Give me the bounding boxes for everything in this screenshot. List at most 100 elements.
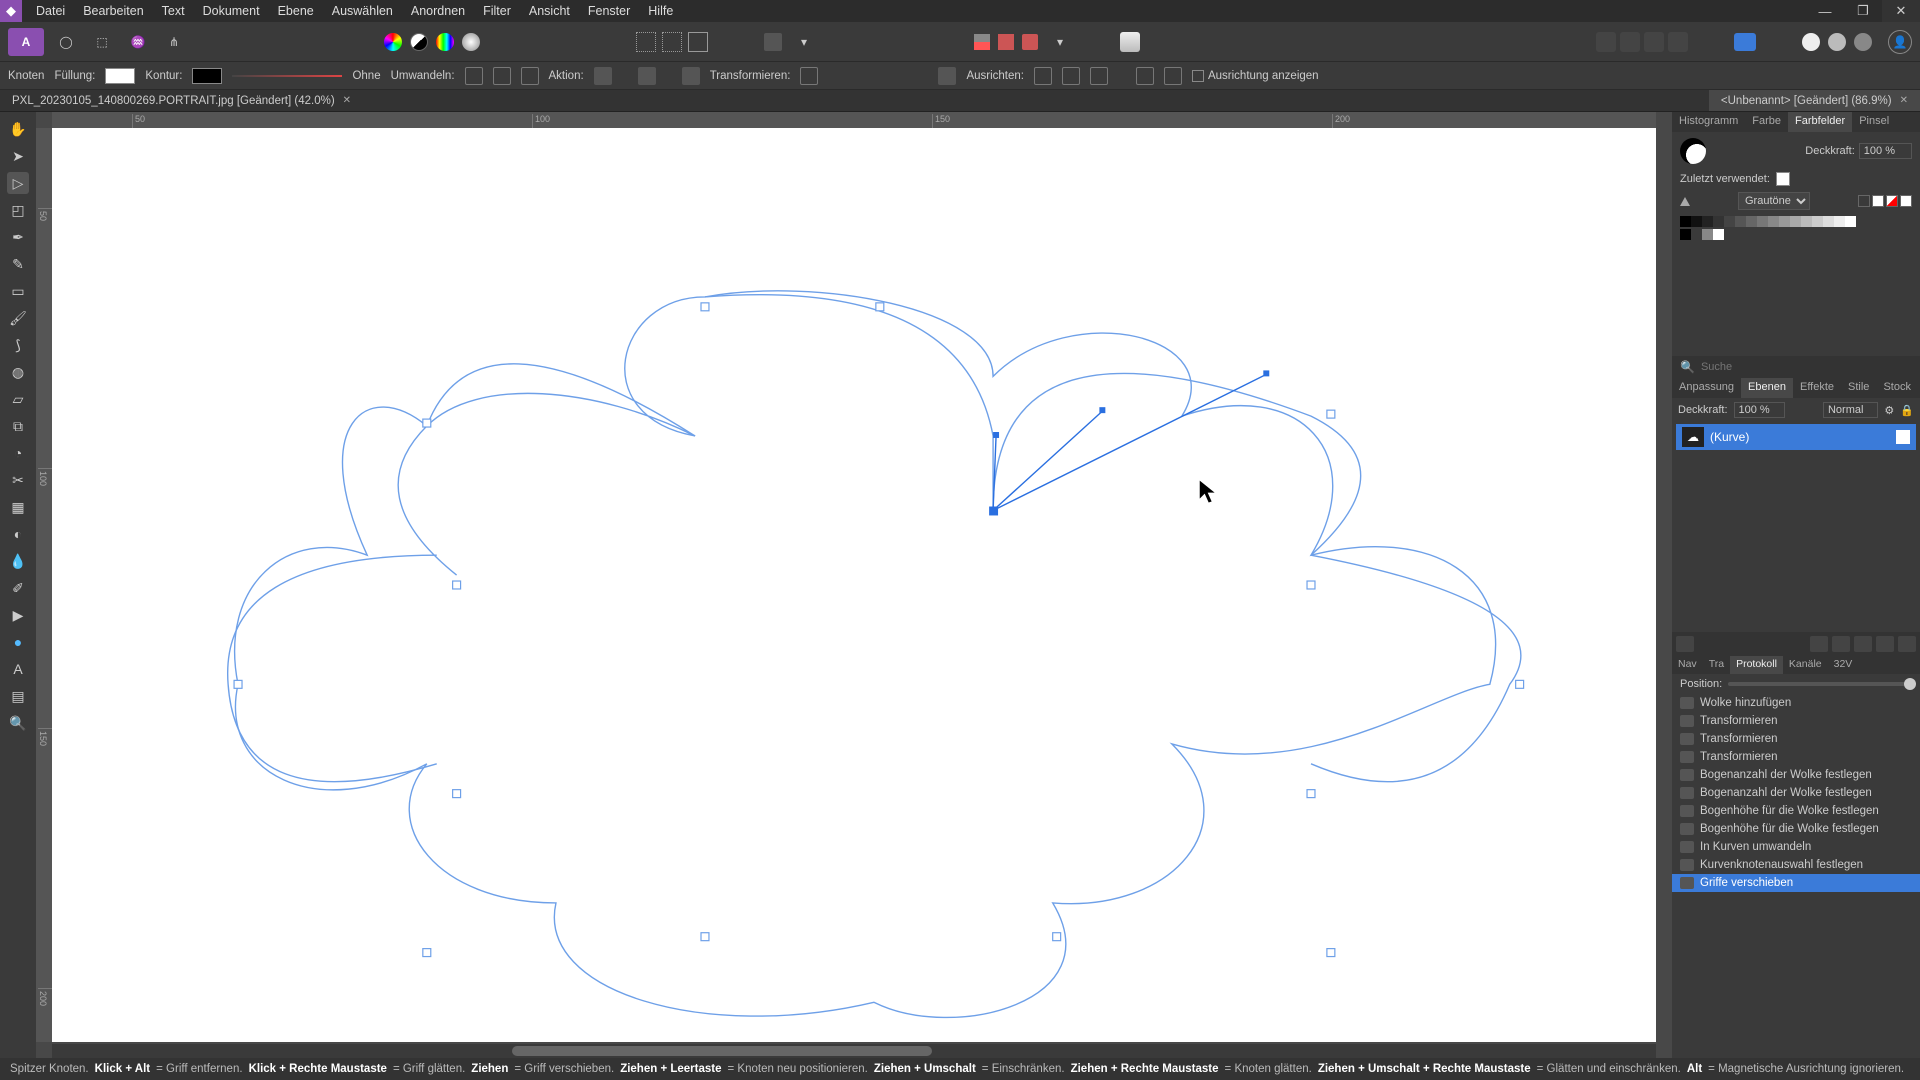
- panel-tab[interactable]: Tra: [1703, 656, 1730, 674]
- panel-tab[interactable]: Farbfelder: [1788, 112, 1852, 132]
- share-icon[interactable]: ⋔: [160, 28, 188, 56]
- adjust-icon[interactable]: [1832, 636, 1850, 652]
- panel-tab[interactable]: Stock: [1876, 378, 1918, 398]
- smooth-curve-icon[interactable]: [682, 67, 700, 85]
- align-panel-icon[interactable]: [1734, 33, 1756, 51]
- hue-icon[interactable]: [436, 33, 454, 51]
- account-icon[interactable]: 👤: [1888, 30, 1912, 54]
- tab-close-icon[interactable]: ✕: [343, 95, 351, 106]
- history-item[interactable]: Wolke hinzufügen: [1672, 694, 1920, 712]
- close-button[interactable]: ✕: [1882, 0, 1920, 22]
- marquee-sub-icon[interactable]: [688, 32, 708, 52]
- recent-swatch[interactable]: [1776, 172, 1790, 186]
- transform-origin-icon[interactable]: [938, 67, 956, 85]
- clone-tool-icon[interactable]: ⧉: [7, 415, 29, 437]
- panel-tab[interactable]: Ebenen: [1741, 378, 1793, 398]
- maximize-button[interactable]: ❐: [1844, 0, 1882, 22]
- minimize-button[interactable]: —: [1806, 0, 1844, 22]
- fill-swatch[interactable]: [105, 68, 135, 84]
- gear-icon[interactable]: ⚙: [1884, 404, 1894, 417]
- menu-text[interactable]: Text: [162, 4, 185, 18]
- arrange-1[interactable]: [1596, 32, 1616, 52]
- history-item[interactable]: Bogenhöhe für die Wolke festlegen: [1672, 802, 1920, 820]
- arrange-2[interactable]: [1620, 32, 1640, 52]
- palette-view-icons[interactable]: [1858, 195, 1912, 207]
- document-tab[interactable]: PXL_20230105_140800269.PORTRAIT.jpg [Geä…: [0, 90, 1709, 111]
- history-item[interactable]: Bogenhöhe für die Wolke festlegen: [1672, 820, 1920, 838]
- arrange-4[interactable]: [1668, 32, 1688, 52]
- menu-datei[interactable]: Datei: [36, 4, 65, 18]
- shape-tool-icon[interactable]: ▭: [7, 280, 29, 302]
- vector-brush-tool-icon[interactable]: ✐: [7, 577, 29, 599]
- hand-tool-icon[interactable]: ✋: [7, 118, 29, 140]
- dodge-tool-icon[interactable]: ◐: [7, 523, 29, 545]
- op-sub-icon[interactable]: [1828, 33, 1846, 51]
- history-item[interactable]: Kurvenknotenauswahl festlegen: [1672, 856, 1920, 874]
- position-slider[interactable]: [1728, 682, 1912, 686]
- lab-icon[interactable]: [462, 33, 480, 51]
- node-tool-icon[interactable]: ▷: [7, 172, 29, 194]
- wave-icon[interactable]: ♒: [124, 28, 152, 56]
- menu-ansicht[interactable]: Ansicht: [529, 4, 570, 18]
- convert-sharp-icon[interactable]: [465, 67, 483, 85]
- canvas[interactable]: [52, 128, 1656, 1042]
- horizontal-scrollbar[interactable]: [52, 1044, 1656, 1058]
- align-v1-icon[interactable]: [1136, 67, 1154, 85]
- fg-bg-swatch[interactable]: [1680, 138, 1706, 164]
- layer-item[interactable]: ☁ (Kurve) ✓: [1676, 424, 1916, 450]
- layer-mask-icon[interactable]: [1676, 636, 1694, 652]
- menu-anordnen[interactable]: Anordnen: [411, 4, 465, 18]
- cube-icon[interactable]: ⬚: [88, 28, 116, 56]
- align-h1-icon[interactable]: [1034, 67, 1052, 85]
- history-item[interactable]: Transformieren: [1672, 712, 1920, 730]
- panel-tab[interactable]: Protokoll: [1730, 656, 1783, 674]
- color-picker-tool-icon[interactable]: 💧: [7, 550, 29, 572]
- convert-smooth-icon[interactable]: [493, 67, 511, 85]
- panel-tab[interactable]: 32V: [1828, 656, 1859, 674]
- zoom-tool-icon[interactable]: 🔍: [7, 712, 29, 734]
- brush-tool-icon[interactable]: 🖌: [7, 307, 29, 329]
- stroke-preview[interactable]: [232, 75, 342, 77]
- close-curve-icon[interactable]: [638, 67, 656, 85]
- panel-tab[interactable]: Effekte: [1793, 378, 1841, 398]
- fx-icon[interactable]: [1810, 636, 1828, 652]
- break-icon[interactable]: [594, 67, 612, 85]
- layer-visibility-checkbox[interactable]: ✓: [1896, 430, 1910, 444]
- layer-opacity-value[interactable]: 100 %: [1734, 402, 1785, 418]
- menu-hilfe[interactable]: Hilfe: [648, 4, 673, 18]
- history-item[interactable]: Griffe verschieben: [1672, 874, 1920, 892]
- quickmask-dropdown-icon[interactable]: ▾: [790, 28, 818, 56]
- op-int-icon[interactable]: [1854, 33, 1872, 51]
- quickmask-icon[interactable]: [764, 33, 782, 51]
- circle-tool-icon[interactable]: ●: [7, 631, 29, 653]
- align-v2-icon[interactable]: [1164, 67, 1182, 85]
- group-icon[interactable]: [1854, 636, 1872, 652]
- grid-icon[interactable]: [974, 34, 990, 50]
- transform-mode-icon[interactable]: [800, 67, 818, 85]
- blur-tool-icon[interactable]: ◔: [7, 442, 29, 464]
- palette-select[interactable]: Grautöne: [1738, 192, 1810, 210]
- corner-tool-icon[interactable]: ◰: [7, 199, 29, 221]
- grid-tool-icon[interactable]: ▤: [7, 685, 29, 707]
- sync-icon[interactable]: ◯: [52, 28, 80, 56]
- menu-filter[interactable]: Filter: [483, 4, 511, 18]
- blend-mode-select[interactable]: Normal: [1823, 402, 1878, 418]
- snap-icon[interactable]: [1022, 34, 1038, 50]
- convert-smart-icon[interactable]: [521, 67, 539, 85]
- opacity-value[interactable]: 100 %: [1859, 143, 1912, 159]
- panel-tab[interactable]: Histogramm: [1672, 112, 1745, 132]
- crop-tool-icon[interactable]: ✂: [7, 469, 29, 491]
- tab-close-icon[interactable]: ✕: [1900, 95, 1908, 106]
- menu-fenster[interactable]: Fenster: [588, 4, 630, 18]
- mesh-tool-icon[interactable]: ▦: [7, 496, 29, 518]
- align-h2-icon[interactable]: [1062, 67, 1080, 85]
- align-h3-icon[interactable]: [1090, 67, 1108, 85]
- history-item[interactable]: In Kurven umwandeln: [1672, 838, 1920, 856]
- panel-tab[interactable]: Anpassung: [1672, 378, 1741, 398]
- menu-dokument[interactable]: Dokument: [203, 4, 260, 18]
- marquee-icon[interactable]: [636, 32, 656, 52]
- history-item[interactable]: Transformieren: [1672, 748, 1920, 766]
- grey-swatch-row[interactable]: [1680, 216, 1912, 227]
- pencil-tool-icon[interactable]: ✎: [7, 253, 29, 275]
- pen-tool-icon[interactable]: ✒: [7, 226, 29, 248]
